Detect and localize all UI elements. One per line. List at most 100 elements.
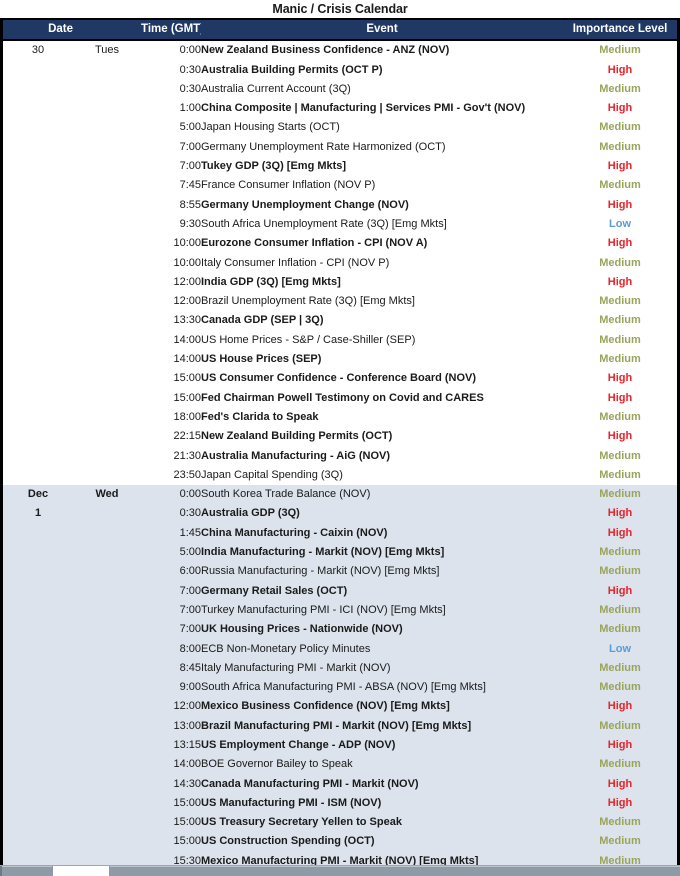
cell-importance: Medium [563,832,677,852]
table-row[interactable]: 15:00 US Consumer Confidence - Conference… [3,369,677,389]
scrollbar-thumb[interactable] [52,866,110,876]
table-row[interactable]: 12:00 Brazil Unemployment Rate (3Q) [Emg … [3,292,677,312]
cell-weekday [73,543,141,563]
table-row[interactable]: 23:50 Japan Capital Spending (3Q) Medium [3,465,677,486]
table-row[interactable]: 14:30 Canada Manufacturing PMI - Markit (… [3,774,677,794]
cell-day [3,176,73,196]
cell-day [3,774,73,794]
cell-event: Japan Capital Spending (3Q) [201,465,563,486]
cell-time: 8:55 [141,195,201,215]
cell-day [3,523,73,544]
column-header-event[interactable]: Event [201,17,563,42]
table-row[interactable]: 5:00 India Manufacturing - Markit (NOV) [… [3,543,677,563]
cell-day [3,272,73,293]
cell-day [3,195,73,215]
cell-importance: Medium [563,407,677,428]
cell-weekday [73,716,141,736]
table-row[interactable]: 8:00 ECB Non-Monetary Policy Minutes Low [3,639,677,659]
table-row[interactable]: 7:00 Tukey GDP (3Q) [Emg Mkts] High [3,157,677,177]
table-row[interactable]: 13:00 Brazil Manufacturing PMI - Markit (… [3,716,677,736]
cell-importance: High [563,60,677,80]
table-row[interactable]: 10:00 Eurozone Consumer Inflation - CPI (… [3,234,677,254]
table-row[interactable]: 9:00 South Africa Manufacturing PMI - ABS… [3,678,677,698]
cell-weekday [73,157,141,177]
cell-time: 12:00 [141,697,201,717]
table-row[interactable]: 18:00 Fed's Clarida to Speak Medium [3,407,677,428]
table-row[interactable]: 10:00 Italy Consumer Inflation - CPI (NOV… [3,253,677,273]
cell-importance: Medium [563,813,677,833]
cell-time: 7:45 [141,176,201,196]
table-row[interactable]: 5:00 Japan Housing Starts (OCT) Medium [3,118,677,138]
table-row[interactable]: 1 0:30 Australia GDP (3Q) High [3,504,677,524]
table-row[interactable]: 7:00 Germany Retail Sales (OCT) High [3,581,677,601]
table-row[interactable]: 7:00 Turkey Manufacturing PMI - ICI (NOV)… [3,600,677,621]
table-row[interactable]: 12:00 India GDP (3Q) [Emg Mkts] High [3,272,677,293]
cell-importance: High [563,774,677,794]
column-header-time[interactable]: Time (GMT) [141,17,201,42]
table-row[interactable]: 14:00 BOE Governor Bailey to Speak Medium [3,755,677,775]
cell-weekday [73,311,141,331]
table-row[interactable]: 8:55 Germany Unemployment Change (NOV) Hig… [3,195,677,215]
table-row[interactable]: 13:15 US Employment Change - ADP (NOV) Hig… [3,735,677,756]
cell-event: Australia Current Account (3Q) [201,79,563,100]
column-header-importance[interactable]: Importance Level [563,17,677,42]
cell-time: 8:45 [141,658,201,679]
table-row[interactable]: 8:45 Italy Manufacturing PMI - Markit (NO… [3,658,677,679]
table-row[interactable]: 15:00 US Construction Spending (OCT) Mediu… [3,832,677,852]
scrollbar-track-left[interactable] [2,866,52,876]
cell-day [3,99,73,119]
table-row[interactable]: 22:15 New Zealand Building Permits (OCT) H… [3,427,677,447]
cell-event: Canada GDP (SEP | 3Q) [201,311,563,331]
table-row[interactable]: 12:00 Mexico Business Confidence (NOV) [E… [3,697,677,717]
table-row[interactable]: 15:00 US Treasury Secretary Yellen to Spe… [3,813,677,833]
cell-event: China Manufacturing - Caixin (NOV) [201,523,563,544]
cell-time: 14:00 [141,755,201,775]
table-row[interactable]: 21:30 Australia Manufacturing - AiG (NOV)… [3,446,677,466]
scrollbar-track-right[interactable] [110,866,680,876]
cell-day [3,697,73,717]
table-row[interactable]: 30 Tues 0:00 New Zealand Business Confidenc… [3,40,677,61]
table-row[interactable]: 7:00 Germany Unemployment Rate Harmonized… [3,137,677,158]
table-row[interactable]: 1:00 China Composite | Manufacturing | Se… [3,99,677,119]
cell-event: Brazil Unemployment Rate (3Q) [Emg Mkts] [201,292,563,312]
table-row[interactable]: 15:00 Fed Chairman Powell Testimony on Co… [3,388,677,408]
cell-event: Fed's Clarida to Speak [201,407,563,428]
table-row[interactable]: 0:30 Australia Current Account (3Q) Medium [3,79,677,100]
cell-importance: High [563,99,677,119]
cell-event: France Consumer Inflation (NOV P) [201,176,563,196]
cell-weekday [73,330,141,351]
cell-importance: High [563,697,677,717]
day-label: 30 [31,44,45,57]
cell-time: 13:00 [141,716,201,736]
cell-weekday [73,755,141,775]
cell-time: 13:30 [141,311,201,331]
page-title: Manic / Crisis Calendar [272,1,408,16]
cell-time: 14:00 [141,350,201,370]
table-row[interactable]: 6:00 Russia Manufacturing - Markit (NOV) … [3,562,677,582]
column-header-date[interactable]: Date [3,17,73,42]
cell-weekday [73,407,141,428]
day-label-line2: 1 [34,507,42,520]
table-row[interactable]: Dec Wed 0:00 South Korea Trade Balance (NOV… [3,485,677,505]
cell-time: 9:30 [141,214,201,235]
cell-importance: Medium [563,40,677,61]
table-row[interactable]: 7:45 France Consumer Inflation (NOV P) Med… [3,176,677,196]
cell-day: 30 [3,40,73,61]
cell-importance: Medium [563,446,677,466]
table-row[interactable]: 1:45 China Manufacturing - Caixin (NOV) Hi… [3,523,677,544]
table-row[interactable]: 0:30 Australia Building Permits (OCT P) Hi… [3,60,677,80]
table-row[interactable]: 15:00 US Manufacturing PMI - ISM (NOV) Hig… [3,793,677,814]
horizontal-scrollbar[interactable] [0,865,680,876]
table-row[interactable]: 13:30 Canada GDP (SEP | 3Q) Medium [3,311,677,331]
table-row[interactable]: 9:30 South Africa Unemployment Rate (3Q) … [3,214,677,235]
table-row[interactable]: 14:00 US Home Prices - S&P / Case-Shiller… [3,330,677,351]
cell-importance: High [563,793,677,814]
cell-event: ECB Non-Monetary Policy Minutes [201,639,563,659]
cell-time: 8:00 [141,639,201,659]
cell-day [3,427,73,447]
cell-event: Australia GDP (3Q) [201,504,563,524]
table-row[interactable]: 14:00 US House Prices (SEP) Medium [3,350,677,370]
cell-importance: Medium [563,79,677,100]
cell-day [3,292,73,312]
table-row[interactable]: 7:00 UK Housing Prices - Nationwide (NOV)… [3,620,677,640]
